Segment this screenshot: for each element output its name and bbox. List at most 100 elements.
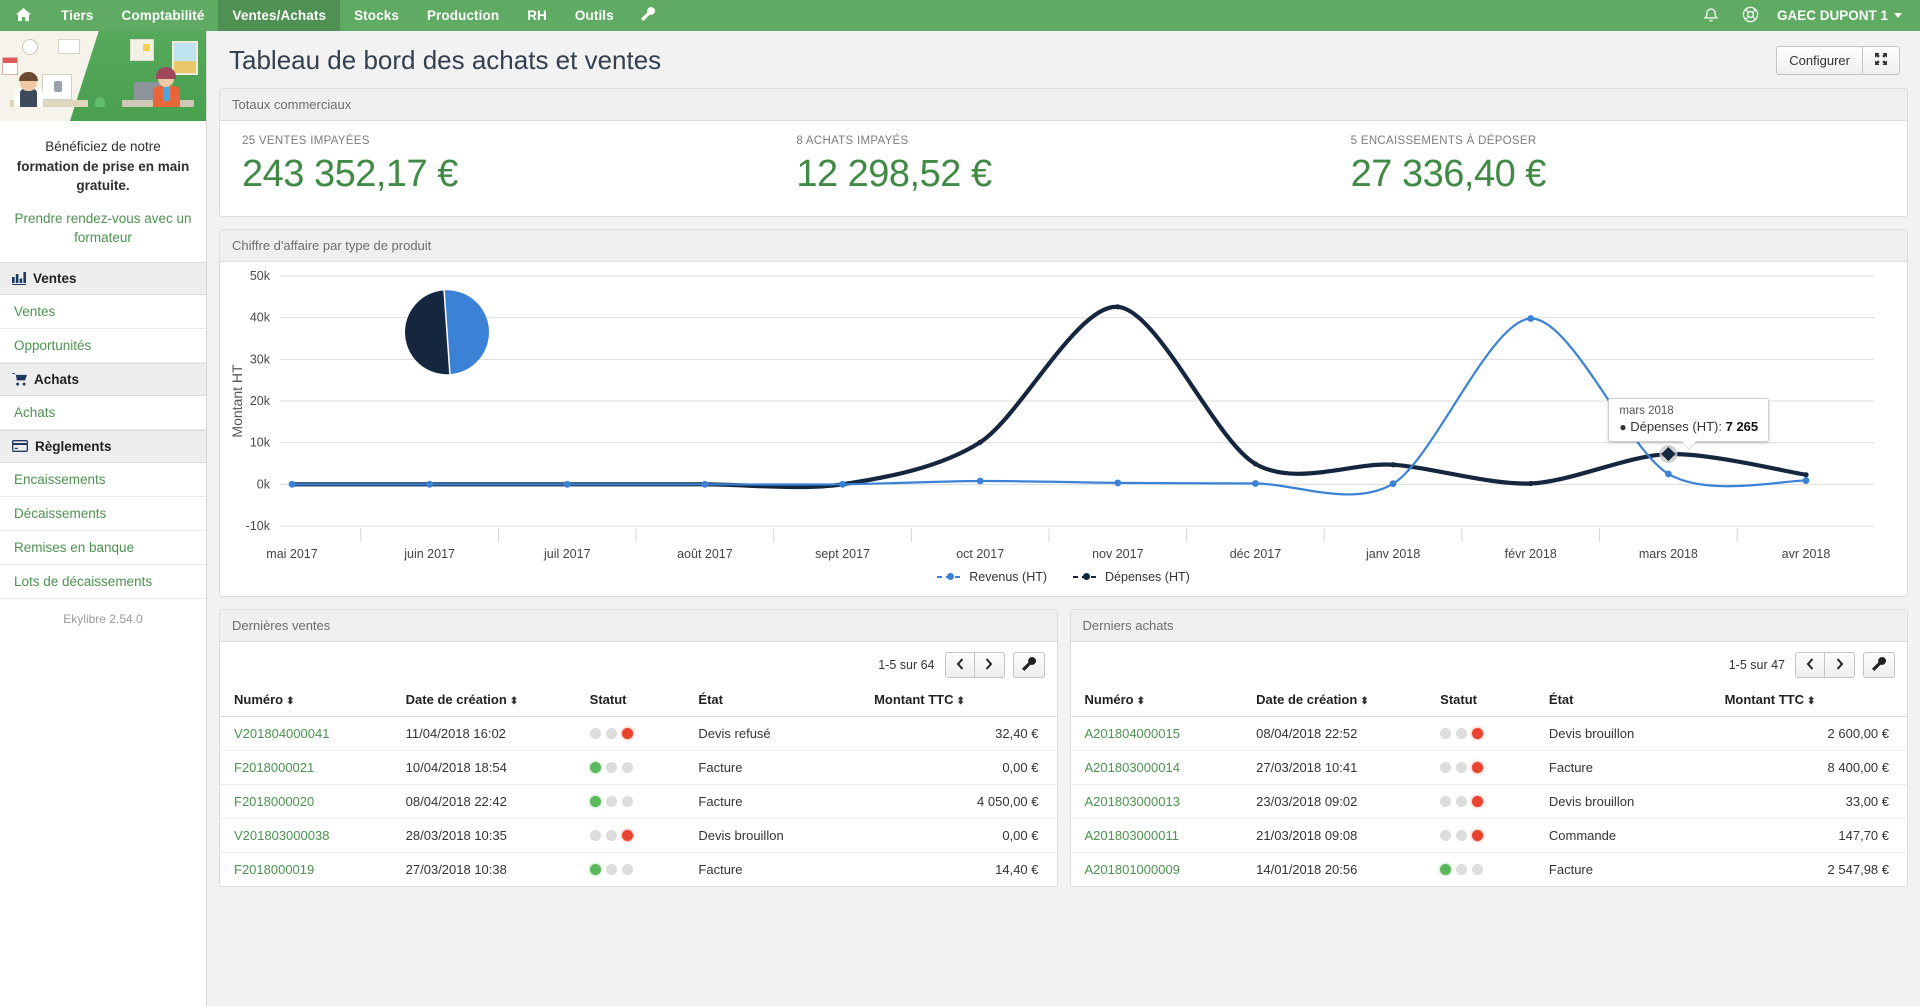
- ventes-column: Dernières ventes 1-5 sur 64 Numéro ⬍ Dat…: [219, 609, 1058, 899]
- achats-col-statut: Statut: [1430, 686, 1539, 717]
- ventes-table-body: V201804000041 11/04/2018 16:02 Devis refus…: [220, 716, 1057, 887]
- table-row[interactable]: A201801000009 14/01/2018 20:56 Facture 2 54…: [1071, 853, 1908, 887]
- table-row[interactable]: V201804000041 11/04/2018 16:02 Devis refus…: [220, 716, 1057, 751]
- record-link[interactable]: V201804000041: [234, 726, 329, 741]
- legend-item-revenus[interactable]: Revenus (HT): [937, 570, 1047, 584]
- status-dot-red: [621, 728, 633, 739]
- table-row[interactable]: A201803000013 23/03/2018 09:02 Devis broui…: [1070, 784, 1907, 819]
- table-row[interactable]: V201803000038 28/03/2018 10:35 Devis broui…: [220, 818, 1057, 853]
- achats-col-date[interactable]: Date de création ⬍: [1246, 686, 1431, 717]
- record-link[interactable]: A201803000014: [1085, 760, 1180, 775]
- cell-date: 14/01/2018 20:56: [1256, 862, 1358, 877]
- record-link[interactable]: A201803000013: [1085, 794, 1180, 809]
- achats-prev-page-button[interactable]: [1795, 652, 1825, 678]
- tooltip-value: 7 265: [1725, 419, 1759, 435]
- achats-table-header: Numéro ⬍ Date de création ⬍ Statut État Mo…: [1070, 686, 1907, 717]
- ventes-col-date[interactable]: Date de création ⬍: [395, 686, 580, 717]
- ventes-table-header: Numéro ⬍ Date de création ⬍ Statut État Mo…: [220, 686, 1057, 717]
- notifications-button[interactable]: [1691, 0, 1731, 31]
- achats-col-etat: État: [1538, 686, 1715, 717]
- sidebar-item-encaissements[interactable]: Encaissements: [0, 462, 206, 497]
- table-row[interactable]: A201803000014 27/03/2018 10:41 Facture 8 40…: [1070, 750, 1907, 785]
- legend-marker-icon: [1073, 572, 1100, 582]
- chart-legend: Revenus (HT) Dépenses (HT): [220, 568, 1907, 584]
- status-dot-empty: [621, 864, 633, 875]
- nav-item-production[interactable]: Production: [413, 0, 513, 31]
- table-row[interactable]: F2018000021 10/04/2018 18:54 Facture 0,00 €: [220, 750, 1057, 785]
- chevron-right-icon: [985, 657, 993, 673]
- achats-table: Numéro ⬍ Date de création ⬍ Statut État Mo…: [1070, 686, 1908, 887]
- ventes-settings-button[interactable]: [1012, 652, 1045, 678]
- configure-button[interactable]: Configurer: [1776, 45, 1863, 76]
- ventes-prev-page-button[interactable]: [944, 652, 975, 678]
- help-button[interactable]: [1731, 0, 1771, 31]
- promo-text-normal: Bénéficiez de notre: [45, 139, 161, 154]
- chevron-left-icon: [1806, 657, 1814, 673]
- status-badge: [1440, 864, 1529, 875]
- cell-etat: Devis refusé: [688, 716, 865, 751]
- achats-col-numero[interactable]: Numéro ⬍: [1070, 686, 1247, 717]
- table-row[interactable]: F2018000020 08/04/2018 22:42 Facture 4 050,…: [220, 784, 1057, 819]
- status-badge: [1440, 830, 1529, 841]
- sidebar-group-label: Ventes: [33, 270, 77, 286]
- record-link[interactable]: F2018000019: [234, 862, 314, 877]
- status-dot-empty: [1456, 830, 1468, 841]
- record-link[interactable]: A201801000009: [1085, 862, 1180, 877]
- svg-text:mars 2018: mars 2018: [1639, 547, 1698, 561]
- nav-item-rh[interactable]: RH: [513, 0, 561, 31]
- cell-montant: 32,40 €: [864, 716, 1057, 751]
- status-badge: [1440, 728, 1529, 739]
- achats-column: Derniers achats 1-5 sur 47 Numéro ⬍ Date…: [1069, 609, 1908, 899]
- record-link[interactable]: A201804000015: [1085, 726, 1180, 741]
- sidebar-item-decaissements[interactable]: Décaissements: [0, 496, 206, 531]
- svg-text:juil 2017: juil 2017: [543, 547, 591, 561]
- total-value: 12 298,52 €: [796, 153, 992, 195]
- status-dot-empty: [605, 728, 617, 739]
- achats-pager: [1795, 652, 1855, 678]
- sidebar-item-ventes[interactable]: Ventes: [0, 294, 206, 329]
- promo-link[interactable]: Prendre rendez-vous avec un formateur: [14, 209, 192, 248]
- sidebar-item-lots-de-decaissements[interactable]: Lots de décaissements: [0, 564, 206, 599]
- status-dot-empty: [1456, 796, 1468, 807]
- nav-item-outils[interactable]: Outils: [561, 0, 628, 31]
- fullscreen-button[interactable]: [1863, 45, 1900, 76]
- achats-col-montant[interactable]: Montant TTC ⬍: [1714, 686, 1907, 717]
- cell-statut: [579, 818, 689, 853]
- ventes-next-page-button[interactable]: [974, 652, 1005, 678]
- cell-date: 21/03/2018 09:08: [1246, 818, 1431, 853]
- nav-item-tiers[interactable]: Tiers: [47, 0, 108, 31]
- table-row[interactable]: F2018000019 27/03/2018 10:38 Facture 14,40 …: [220, 853, 1057, 887]
- nav-item-stocks[interactable]: Stocks: [340, 0, 413, 31]
- user-menu-button[interactable]: GAEC DUPONT 1: [1771, 0, 1920, 31]
- main-content: Tableau de bord des achats et ventes Con…: [207, 31, 1920, 1006]
- home-nav-button[interactable]: [0, 0, 47, 31]
- record-link[interactable]: F2018000020: [234, 794, 314, 809]
- record-link[interactable]: F2018000021: [234, 760, 314, 775]
- achats-settings-button[interactable]: [1863, 652, 1895, 678]
- nav-item-ventes-achats[interactable]: Ventes/Achats: [218, 0, 341, 31]
- sidebar-item-achats[interactable]: Achats: [0, 395, 206, 430]
- ventes-col-montant[interactable]: Montant TTC ⬍: [864, 686, 1057, 717]
- sidebar-item-remises-en-banque[interactable]: Remises en banque: [0, 530, 206, 565]
- cell-montant: 0,00 €: [864, 750, 1057, 785]
- ventes-col-numero[interactable]: Numéro ⬍: [220, 686, 396, 717]
- svg-text:Montant HT: Montant HT: [229, 364, 245, 438]
- svg-text:févr 2018: févr 2018: [1505, 547, 1557, 561]
- achats-next-page-button[interactable]: [1825, 652, 1855, 678]
- sidebar-group-reglements: Règlements: [0, 429, 206, 463]
- nav-wrench-button[interactable]: [628, 0, 668, 31]
- record-link[interactable]: A201803000011: [1085, 828, 1179, 843]
- table-row[interactable]: A201803000011 21/03/2018 09:08 Commande 147…: [1070, 818, 1907, 853]
- sidebar-item-opportunites[interactable]: Opportunités: [0, 328, 206, 363]
- promo-text-block: Bénéficiez de notre formation de prise e…: [0, 121, 206, 262]
- svg-text:juin 2017: juin 2017: [403, 547, 455, 561]
- column-label: Statut: [589, 692, 627, 707]
- promo-text-bold: formation de prise en main gratuite.: [16, 158, 190, 194]
- table-row[interactable]: A201804000015 08/04/2018 22:52 Devis broui…: [1070, 716, 1907, 751]
- status-dot-empty: [589, 830, 601, 841]
- record-link[interactable]: V201803000038: [234, 828, 329, 843]
- cell-statut: [1430, 716, 1539, 751]
- legend-item-depenses[interactable]: Dépenses (HT): [1073, 570, 1190, 584]
- nav-item-comptabilite[interactable]: Comptabilité: [108, 0, 219, 31]
